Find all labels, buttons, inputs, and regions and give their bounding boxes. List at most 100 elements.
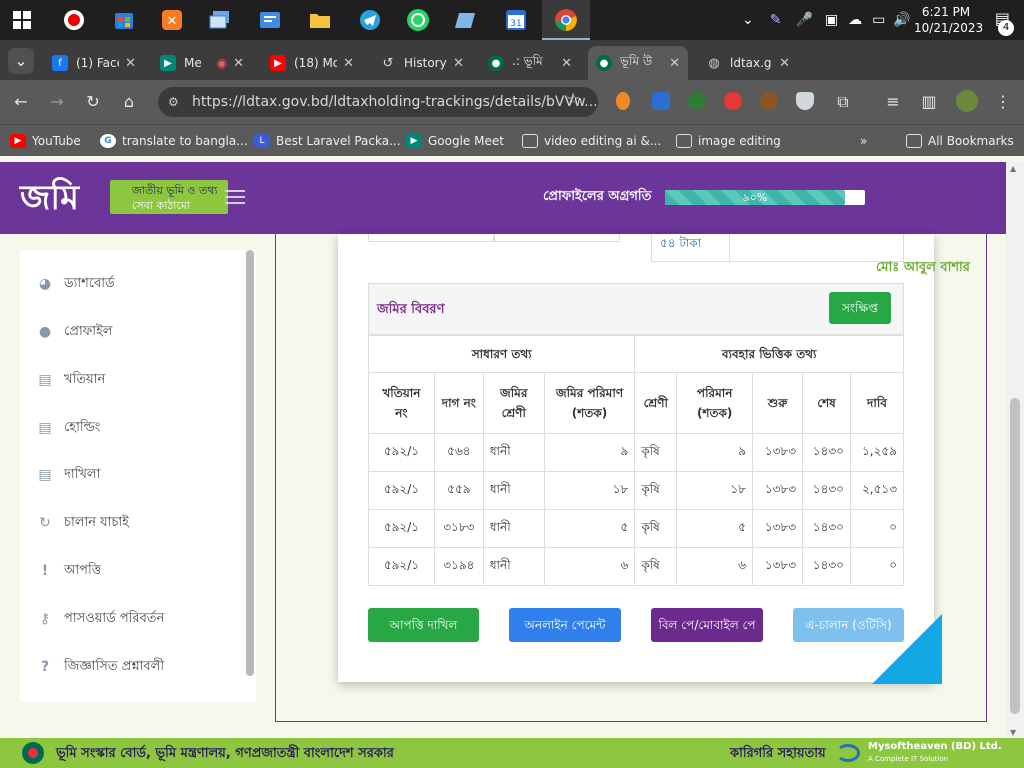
forward-arrow-icon[interactable]: → bbox=[44, 89, 70, 115]
extension-cookie-icon[interactable] bbox=[760, 92, 778, 110]
close-icon[interactable]: ✕ bbox=[779, 56, 790, 71]
tab-ldtax-2[interactable]: ◍ ldtax.g ✕ bbox=[698, 46, 798, 80]
dashboard-icon: ◕ bbox=[38, 276, 52, 292]
site-logo[interactable]: জমি জাতীয় ভূমি ও তথ্য সেবা কাঠামো bbox=[20, 176, 228, 222]
extension-capsule-icon[interactable] bbox=[616, 92, 630, 110]
vpn-icon[interactable]: ☁ bbox=[848, 12, 862, 28]
editor-icon[interactable] bbox=[256, 6, 284, 34]
calendar-icon[interactable]: 31 bbox=[502, 6, 530, 34]
col-claim: দাবি bbox=[849, 372, 905, 434]
google-icon: G bbox=[100, 134, 116, 148]
close-icon[interactable]: ✕ bbox=[561, 56, 572, 71]
extension-colorful-icon[interactable] bbox=[688, 92, 706, 110]
reload-icon[interactable]: ↻ bbox=[80, 89, 106, 115]
browser-toolbar: ← → ↻ ⌂ ⚙ https://ldtax.gov.bd/ldtaxhold… bbox=[0, 80, 1024, 124]
scroll-up-icon[interactable]: ▲ bbox=[1010, 164, 1016, 173]
camera-icon[interactable]: ▣ bbox=[825, 12, 838, 28]
bookmarks-overflow-icon[interactable]: » bbox=[860, 131, 867, 151]
cell-khatian: ৫৯২/১ bbox=[368, 547, 435, 586]
extension-translate-icon[interactable] bbox=[652, 92, 670, 110]
bookmark-translate[interactable]: G translate to bangla... bbox=[100, 131, 248, 151]
network-icon[interactable]: ▭ bbox=[872, 12, 885, 28]
bookmark-video-editing[interactable]: video editing ai &... bbox=[522, 131, 661, 151]
cell-use-class: কৃষি bbox=[634, 509, 678, 548]
tab-history[interactable]: ↺ History ✕ bbox=[372, 46, 472, 80]
sidebar-item-challan-verify[interactable]: ↻ চালান যাচাই bbox=[36, 511, 129, 535]
close-icon[interactable]: ✕ bbox=[453, 56, 464, 71]
sidebar-item-password-change[interactable]: ⚷ পাসওয়ার্ড পরিবর্তন bbox=[36, 607, 164, 631]
bookmark-youtube[interactable]: ▶ YouTube bbox=[10, 131, 81, 151]
bookmark-all-bookmarks[interactable]: All Bookmarks bbox=[906, 131, 1014, 151]
back-arrow-icon[interactable]: ← bbox=[8, 89, 34, 115]
side-panel-icon[interactable]: ▥ bbox=[916, 89, 942, 115]
bookmark-google-meet[interactable]: ▶ Google Meet bbox=[406, 131, 504, 151]
file-explorer-icon[interactable] bbox=[306, 6, 334, 34]
tab-ldtax-active[interactable]: ● ভূমি উ ✕ bbox=[588, 46, 688, 80]
online-payment-button[interactable]: অনলাইন পেমেন্ট bbox=[509, 608, 621, 642]
close-icon[interactable]: ✕ bbox=[343, 56, 354, 71]
laravel-icon: L bbox=[254, 134, 270, 148]
notes-icon[interactable] bbox=[452, 6, 480, 34]
sidebar-item-khatian[interactable]: ▤ খতিয়ান bbox=[36, 368, 105, 392]
tab-label: ldtax.g bbox=[730, 56, 772, 70]
land-details-table: সাধারণ তথ্য ব্যবহার ভিত্তিক তথ্য খতিয়ান… bbox=[367, 335, 905, 586]
scroll-down-icon[interactable]: ▼ bbox=[1010, 728, 1016, 737]
sidebar-item-holding[interactable]: ▤ হোল্ডিং bbox=[36, 416, 100, 440]
bookmark-star-icon[interactable]: ☆ bbox=[566, 89, 580, 108]
hamburger-menu-icon[interactable] bbox=[225, 190, 245, 204]
logo-main-text: জমি bbox=[20, 178, 80, 218]
system-clock[interactable]: 6:21 PM 10/21/2023 bbox=[914, 4, 983, 36]
volume-icon[interactable]: 🔊 bbox=[893, 12, 910, 28]
whatsapp-icon[interactable] bbox=[404, 6, 432, 34]
bill-pay-button[interactable]: বিল পে/মোবাইল পে bbox=[651, 608, 763, 642]
windows-switch-icon[interactable] bbox=[206, 6, 234, 34]
media-queue-icon[interactable]: ≡ bbox=[880, 89, 906, 115]
telegram-icon[interactable] bbox=[356, 6, 384, 34]
sidebar-scrollbar[interactable] bbox=[246, 250, 254, 676]
chrome-icon[interactable] bbox=[552, 6, 580, 34]
page-scroll-thumb[interactable] bbox=[1010, 398, 1020, 714]
store-icon[interactable] bbox=[110, 6, 138, 34]
address-bar[interactable]: ⚙ https://ldtax.gov.bd/ldtaxholding-trac… bbox=[158, 87, 598, 117]
windows-start-icon[interactable] bbox=[8, 6, 36, 34]
objection-submit-button[interactable]: আপত্তি দাখিল bbox=[368, 608, 479, 642]
site-info-icon[interactable]: ⚙ bbox=[168, 87, 179, 117]
bookmark-image-editing[interactable]: image editing bbox=[676, 131, 781, 151]
sidebar-item-profile[interactable]: ● প্রোফাইল bbox=[36, 320, 113, 344]
sidebar-scroll-thumb[interactable] bbox=[246, 250, 254, 676]
bookmark-laravel[interactable]: L Best Laravel Packa... bbox=[254, 131, 401, 151]
bookmark-label: All Bookmarks bbox=[928, 134, 1014, 148]
tab-youtube[interactable]: ▶ (18) Mo ✕ bbox=[262, 46, 362, 80]
sidebar-item-faq[interactable]: ? জিজ্ঞাসিত প্রশ্নাবলী bbox=[36, 655, 164, 679]
extensions-puzzle-icon[interactable]: ⧉ bbox=[830, 89, 856, 115]
microphone-icon[interactable]: 🎤 bbox=[795, 12, 812, 28]
tab-ldtax-1[interactable]: ● .: ভূমি ✕ bbox=[480, 46, 580, 80]
cell-use-area: ১৮ bbox=[676, 471, 754, 510]
tab-meet[interactable]: ▶ Me ◉ ✕ bbox=[152, 46, 252, 80]
profile-avatar[interactable] bbox=[956, 90, 978, 112]
sidebar-item-objection[interactable]: ! আপত্তি bbox=[36, 559, 101, 583]
tab-search-icon[interactable]: ⌄ bbox=[8, 48, 34, 74]
summary-button[interactable]: সংক্ষিপ্ত bbox=[829, 292, 891, 324]
scroll-to-top-corner[interactable] bbox=[872, 614, 942, 684]
close-icon[interactable]: ✕ bbox=[125, 56, 136, 71]
xampp-icon[interactable]: ✕ bbox=[158, 6, 186, 34]
tab-facebook[interactable]: f (1) Face ✕ bbox=[44, 46, 144, 80]
sidebar-item-dakhila[interactable]: ▤ দাখিলা bbox=[36, 463, 100, 487]
pen-icon[interactable]: ✎ bbox=[770, 12, 782, 28]
bookmark-label: image editing bbox=[698, 134, 781, 148]
page-scrollbar[interactable]: ▲ ▼ bbox=[1006, 162, 1024, 738]
col-start: শুরু bbox=[752, 372, 804, 434]
bd-govt-emblem-icon bbox=[22, 742, 44, 764]
cell-land-class: ধানী bbox=[482, 547, 545, 586]
record-icon[interactable] bbox=[60, 6, 88, 34]
extension-youtube-icon[interactable] bbox=[724, 92, 742, 110]
close-icon[interactable]: ✕ bbox=[233, 56, 244, 71]
home-icon[interactable]: ⌂ bbox=[116, 89, 142, 115]
close-icon[interactable]: ✕ bbox=[669, 56, 680, 71]
chevron-up-icon[interactable]: ⌄ bbox=[742, 12, 754, 28]
sidebar-item-dashboard[interactable]: ◕ ড্যাশবোর্ড bbox=[36, 272, 115, 296]
menu-kebab-icon[interactable]: ⋮ bbox=[990, 89, 1016, 115]
extension-shield-icon[interactable] bbox=[796, 92, 814, 110]
footer-company-name: Mysoftheaven (BD) Ltd. bbox=[868, 741, 1002, 752]
